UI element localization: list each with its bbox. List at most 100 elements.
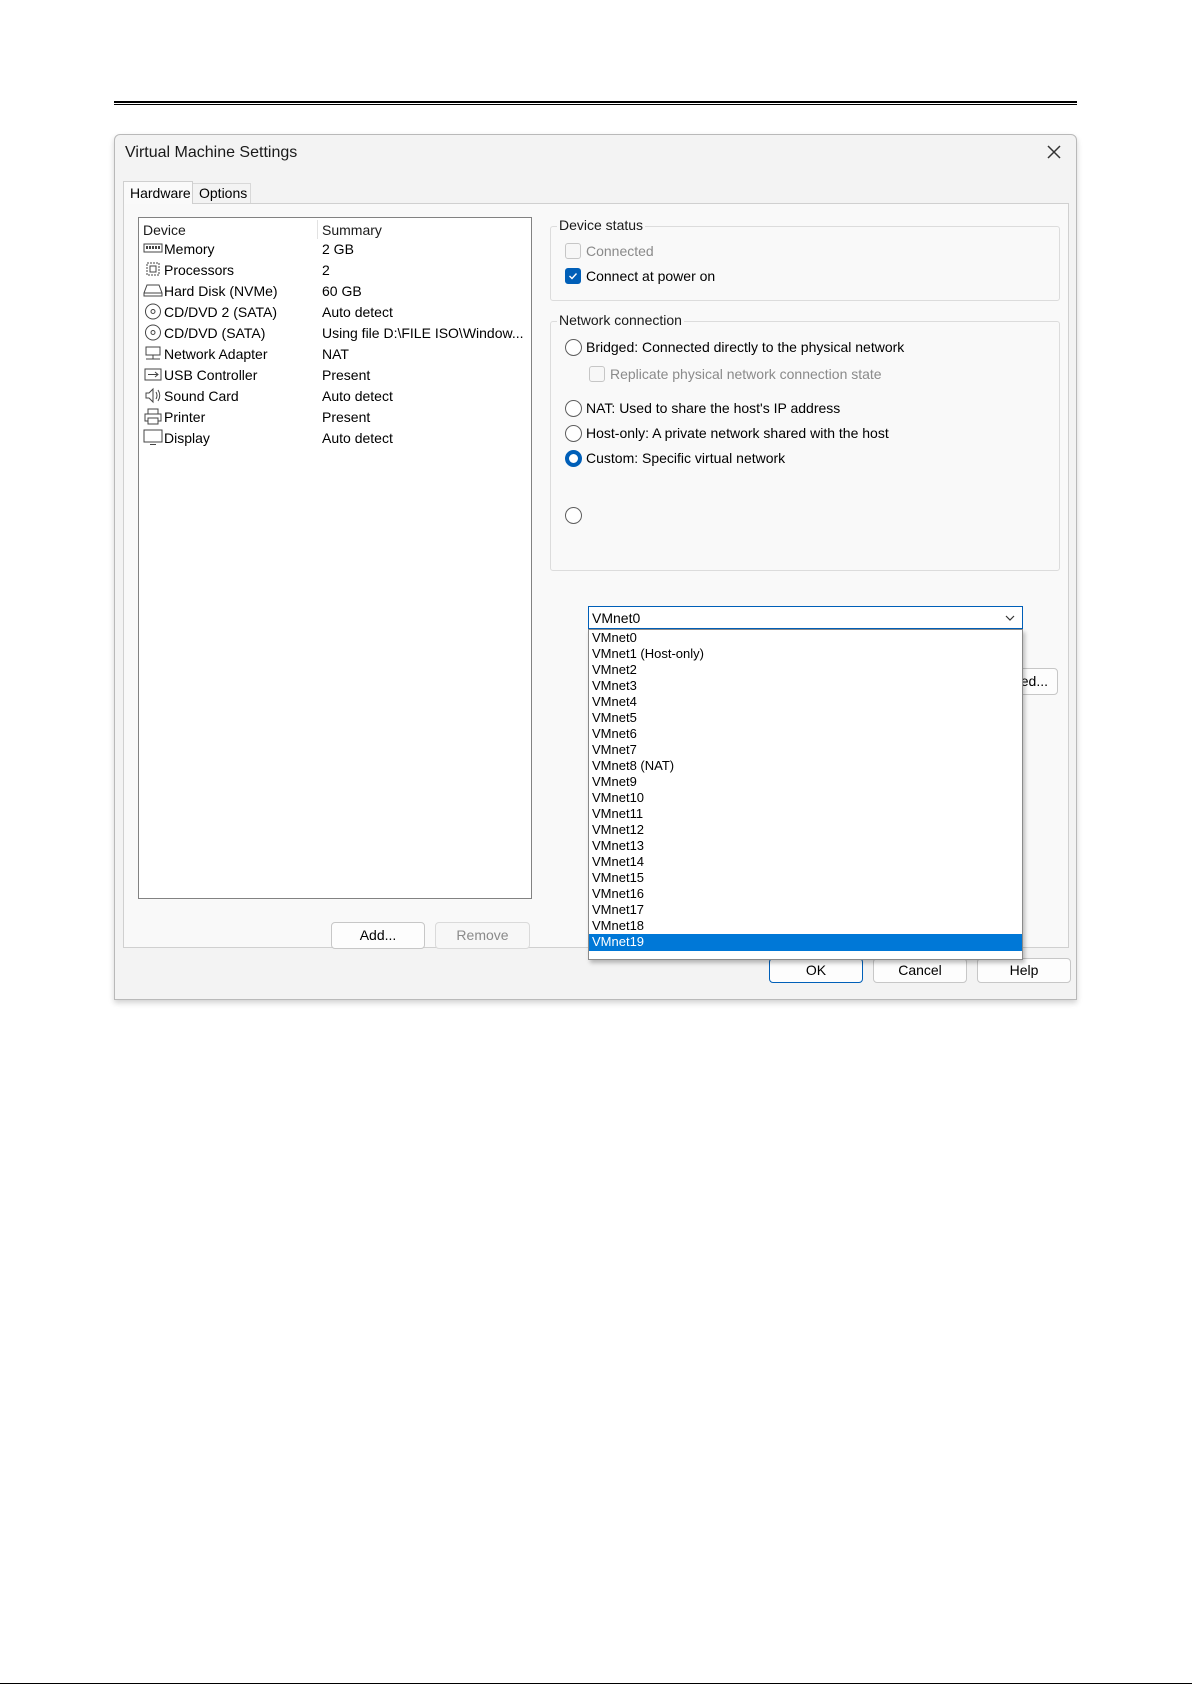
device-summary: 2	[322, 262, 330, 278]
dropdown-option-vmnet7[interactable]: VMnet7	[589, 742, 1022, 758]
replicate-checkbox[interactable]	[589, 366, 605, 382]
dropdown-option-vmnet8[interactable]: VMnet8 (NAT)	[589, 758, 1022, 774]
connected-label: Connected	[586, 243, 654, 259]
connect-at-power-on-checkbox[interactable]	[565, 268, 581, 284]
dropdown-option-vmnet11[interactable]: VMnet11	[589, 806, 1022, 822]
device-name: CD/DVD 2 (SATA)	[164, 304, 278, 320]
dropdown-option-vmnet9[interactable]: VMnet9	[589, 774, 1022, 790]
dropdown-option-vmnet6[interactable]: VMnet6	[589, 726, 1022, 742]
device-name: USB Controller	[164, 367, 258, 383]
device-status-legend: Device status	[557, 217, 646, 233]
network-connection-legend: Network connection	[557, 312, 684, 328]
dropdown-option-vmnet2[interactable]: VMnet2	[589, 662, 1022, 678]
device-summary: Auto detect	[322, 304, 393, 320]
summary-column-header[interactable]: Summary	[322, 222, 382, 238]
custom-network-value: VMnet0	[592, 610, 641, 626]
cancel-button[interactable]: Cancel	[873, 958, 967, 983]
add-button[interactable]: Add...	[331, 922, 425, 949]
hardware-panel: Device Summary Memory 2 GB Processors 2 …	[123, 203, 1069, 960]
device-summary: NAT	[322, 346, 349, 362]
bridged-radio[interactable]	[565, 339, 582, 356]
device-row-printer[interactable]: Printer Present	[139, 407, 531, 428]
network-connection-group: Network connection Bridged: Connected di…	[550, 312, 1060, 571]
device-name: Sound Card	[164, 388, 239, 404]
lan-segment-radio[interactable]	[565, 507, 582, 524]
device-name: Display	[164, 430, 210, 446]
device-row-cd-dvd[interactable]: CD/DVD (SATA) Using file D:\FILE ISO\Win…	[139, 323, 531, 344]
ok-button[interactable]: OK	[769, 958, 863, 983]
dropdown-option-vmnet10[interactable]: VMnet10	[589, 790, 1022, 806]
device-summary: Present	[322, 409, 371, 425]
memory-icon	[143, 243, 163, 253]
custom-radio[interactable]	[565, 450, 582, 467]
dropdown-option-vmnet14[interactable]: VMnet14	[589, 854, 1022, 870]
device-summary: 2 GB	[322, 241, 354, 257]
column-separator[interactable]	[317, 220, 318, 239]
device-name: Processors	[164, 262, 235, 278]
title-bar: Virtual Machine Settings	[115, 135, 1076, 171]
page-header-rule	[114, 101, 1077, 103]
cd-dvd-icon	[145, 303, 161, 320]
device-column-header[interactable]: Device	[143, 222, 186, 238]
dropdown-option-vmnet19[interactable]: VMnet19	[589, 934, 1022, 951]
dropdown-option-vmnet17[interactable]: VMnet17	[589, 902, 1022, 918]
device-name: Memory	[164, 241, 215, 257]
device-summary: 60 GB	[322, 283, 362, 299]
dropdown-option-vmnet18[interactable]: VMnet18	[589, 918, 1022, 934]
host-only-radio[interactable]	[565, 425, 582, 442]
dropdown-option-vmnet12[interactable]: VMnet12	[589, 822, 1022, 838]
processor-icon	[146, 262, 160, 276]
device-row-memory[interactable]: Memory 2 GB	[139, 239, 531, 260]
hard-disk-icon	[143, 284, 163, 297]
chevron-down-icon	[1005, 615, 1015, 621]
usb-icon	[144, 368, 162, 381]
device-summary: Present	[322, 367, 371, 383]
device-name: Printer	[164, 409, 206, 425]
connected-checkbox[interactable]	[565, 243, 581, 259]
dropdown-option-vmnet1[interactable]: VMnet1 (Host-only)	[589, 646, 1022, 662]
replicate-label: Replicate physical network connection st…	[610, 366, 882, 382]
dropdown-option-vmnet13[interactable]: VMnet13	[589, 838, 1022, 854]
tab-hardware[interactable]: Hardware	[123, 181, 193, 204]
device-summary: Auto detect	[322, 430, 393, 446]
page-header-rule-thin	[114, 104, 1077, 105]
nat-label: NAT: Used to share the host's IP address	[586, 400, 841, 416]
device-name: Hard Disk (NVMe)	[164, 283, 278, 299]
dialog-title: Virtual Machine Settings	[125, 144, 298, 161]
advanced-button-label: ed...	[1020, 673, 1048, 689]
device-name: CD/DVD (SATA)	[164, 325, 266, 341]
device-row-hard-disk[interactable]: Hard Disk (NVMe) 60 GB	[139, 281, 531, 302]
nat-radio[interactable]	[565, 400, 582, 417]
connect-at-power-on-label: Connect at power on	[586, 268, 716, 284]
device-row-usb-controller[interactable]: USB Controller Present	[139, 365, 531, 386]
device-name: Network Adapter	[164, 346, 268, 362]
dropdown-option-vmnet0[interactable]: VMnet0	[589, 630, 1022, 646]
printer-icon	[144, 408, 162, 425]
virtual-machine-settings-dialog: Virtual Machine Settings Hardware Option…	[114, 134, 1077, 1000]
dropdown-option-vmnet5[interactable]: VMnet5	[589, 710, 1022, 726]
device-row-network-adapter[interactable]: Network Adapter NAT	[139, 344, 531, 365]
close-icon[interactable]	[1042, 140, 1066, 164]
device-row-cd-dvd-2[interactable]: CD/DVD 2 (SATA) Auto detect	[139, 302, 531, 323]
host-only-label: Host-only: A private network shared with…	[586, 425, 889, 441]
device-row-display[interactable]: Display Auto detect	[139, 428, 531, 449]
device-row-processors[interactable]: Processors 2	[139, 260, 531, 281]
custom-network-select[interactable]: VMnet0	[588, 606, 1023, 629]
custom-label: Custom: Specific virtual network	[586, 450, 786, 466]
dropdown-option-vmnet16[interactable]: VMnet16	[589, 886, 1022, 902]
device-status-group: Device status Connected Connect at power…	[550, 217, 1060, 301]
dropdown-option-vmnet4[interactable]: VMnet4	[589, 694, 1022, 710]
help-button[interactable]: Help	[977, 958, 1071, 983]
checkmark-icon	[569, 273, 578, 280]
cd-dvd-icon	[145, 324, 161, 341]
dropdown-option-vmnet3[interactable]: VMnet3	[589, 678, 1022, 694]
dropdown-option-vmnet15[interactable]: VMnet15	[589, 870, 1022, 886]
device-row-sound-card[interactable]: Sound Card Auto detect	[139, 386, 531, 407]
network-adapter-icon	[145, 346, 161, 360]
page-footer-rule	[0, 1683, 1192, 1684]
network-dropdown-list[interactable]: VMnet0 VMnet1 (Host-only) VMnet2 VMnet3 …	[588, 629, 1023, 960]
bridged-label: Bridged: Connected directly to the physi…	[586, 339, 905, 355]
device-list[interactable]: Device Summary Memory 2 GB Processors 2 …	[138, 217, 532, 899]
remove-button[interactable]: Remove	[435, 922, 530, 949]
tab-options[interactable]: Options	[193, 183, 251, 203]
